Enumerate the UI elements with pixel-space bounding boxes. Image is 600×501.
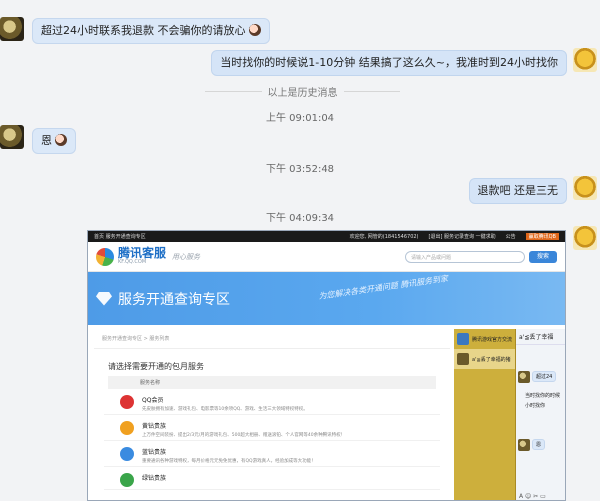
contact-avatar[interactable] <box>0 125 24 149</box>
divider-line <box>205 91 262 92</box>
timestamp: 上午 09:01:04 <box>265 113 335 124</box>
divider-line <box>343 91 400 92</box>
service-desc: 先皮肤拥有加速、游戏礼包、电影票等10余项QQ、游戏、生活三大领域特权特权。 <box>142 407 308 412</box>
message-bubble: 恩 <box>32 128 76 154</box>
green-diamond-icon <box>120 473 134 487</box>
timestamp: 下午 04:09:34 <box>265 213 335 224</box>
screenshot-image[interactable]: 首页 服务开通查询专区 欢迎您, 网管的(1841546702) [退出] 服务… <box>87 230 566 501</box>
qq-chat-window: 腾讯游戏官方交流 a'≦丢了幸福的猪 a'≦丢了幸福 超过24 当时找你的时候 … <box>454 329 565 500</box>
qq-conversation: a'≦丢了幸福 超过24 当时找你的时候 小时找你 恩 A ☺ ✂ ▭ <box>516 329 565 500</box>
service-row: 蓝钻贵族重要通讯各种游戏特权，每月价格元元免免优惠，有QQ游戏真人，经验加成等大… <box>104 441 440 467</box>
timestamp: 下午 03:52:48 <box>265 164 335 175</box>
service-name: 绿钻贵族 <box>142 475 167 482</box>
qq-penguin-icon <box>120 395 134 409</box>
message-bubble: 当时找你的时候说1-10分钟 结果搞了这么久~，我准时到24小时找你 <box>211 50 567 76</box>
topbar-user: 欢迎您, 网管的(1841546702) <box>349 234 419 240</box>
service-desc: 上万件空间装扮、提出2/3元/月的游戏礼包、500超大相册、赠送滚铂、个人官网等… <box>142 433 346 438</box>
qq-message: 当时找你的时候 <box>525 393 561 399</box>
tencent-logo-icon <box>96 247 114 266</box>
site-banner: 服务开通查询专区 为您解决各类开通问题 腾讯服务到家 <box>88 272 565 325</box>
qq-message: 恩 <box>532 439 546 450</box>
qq-contact-name: 腾讯游戏官方交流 <box>472 336 513 343</box>
logo: 腾讯客服 KF.QQ.COM <box>118 246 167 265</box>
qq-contact-name: a'≦丢了幸福的猪 <box>472 356 511 363</box>
history-divider: 以上是历史消息 <box>205 84 400 99</box>
breadcrumb: 服务开通查询专区 > 服务列表 <box>94 329 450 349</box>
site-header: 腾讯客服 KF.QQ.COM 用心服务 请输入产品或问题 搜索 <box>88 242 565 272</box>
contact-avatar <box>457 353 469 365</box>
service-row: 绿钻贵族 <box>104 467 440 490</box>
blue-diamond-icon <box>120 447 134 461</box>
sticker-icon <box>55 134 67 146</box>
topbar-notice: 公告 <box>505 234 516 240</box>
service-row: 黄钻贵族上万件空间装扮、提出2/3元/月的游戏礼包、500超大相册、赠送滚铂、个… <box>104 415 440 441</box>
service-row: QQ会员先皮肤拥有加速、游戏礼包、电影票等10余项QQ、游戏、生活三大领域特权特… <box>104 389 440 415</box>
banner-tagline: 为您解决各类开通问题 腾讯服务到家 <box>318 273 449 302</box>
site-search-button: 搜索 <box>529 250 557 263</box>
qq-contact-list: 腾讯游戏官方交流 a'≦丢了幸福的猪 <box>454 329 516 500</box>
qq-message: 小时找你 <box>525 403 546 409</box>
qq-contact-item: a'≦丢了幸福的猪 <box>454 349 515 369</box>
yellow-diamond-icon <box>120 421 134 435</box>
message-text: 恩 <box>41 134 52 147</box>
self-avatar[interactable] <box>573 226 597 250</box>
banner-title: 服务开通查询专区 <box>118 291 230 308</box>
site-search-input: 请输入产品或问题 <box>405 250 525 263</box>
logo-name: 腾讯客服 <box>118 246 167 260</box>
site-content: 服务开通查询专区 > 服务列表 请选择需要开通的包月服务 服务名称 QQ会员先皮… <box>94 329 450 500</box>
topbar-button: 赢取腾讯QB <box>525 233 559 240</box>
qq-window-title: a'≦丢了幸福 <box>516 329 565 345</box>
group-avatar <box>457 333 469 345</box>
service-name: QQ会员 <box>142 397 164 404</box>
contact-avatar[interactable] <box>0 17 24 41</box>
section-title: 请选择需要开通的包月服务 <box>108 362 204 371</box>
message-bubble: 退款吧 还是三无 <box>468 178 567 204</box>
history-label: 以上是历史消息 <box>267 88 338 99</box>
self-avatar[interactable] <box>573 176 597 200</box>
site-topbar: 首页 服务开通查询专区 欢迎您, 网管的(1841546702) [退出] 服务… <box>88 231 565 242</box>
qq-message: 超过24 <box>532 371 557 382</box>
service-name: 黄钻贵族 <box>142 423 167 430</box>
qq-contact-item: 腾讯游戏官方交流 <box>454 329 515 349</box>
topbar-links: [退出] 服务记录查询 一键求助 <box>428 234 496 240</box>
self-avatar[interactable] <box>573 48 597 72</box>
message-text: 退款吧 还是三无 <box>477 184 559 197</box>
qq-toolbar: A ☺ ✂ ▭ <box>519 493 546 500</box>
message-text: 超过24小时联系我退款 不会骗你的请放心 <box>41 24 246 37</box>
service-desc: 重要通讯各种游戏特权，每月价格元元免免优惠，有QQ游戏真人，经验加成等大功能！ <box>142 459 316 464</box>
message-bubble: 超过24小时联系我退款 不会骗你的请放心 <box>32 18 270 44</box>
sticker-icon <box>248 24 261 36</box>
contact-avatar <box>518 371 530 383</box>
message-text: 当时找你的时候说1-10分钟 结果搞了这么久~，我准时到24小时找你 <box>220 56 558 69</box>
service-name: 蓝钻贵族 <box>142 449 167 456</box>
topbar-nav: 首页 服务开通查询专区 <box>94 234 146 240</box>
column-header: 服务名称 <box>108 376 436 389</box>
logo-slogan: 用心服务 <box>172 252 201 261</box>
contact-avatar <box>518 439 530 451</box>
diamond-icon <box>96 291 112 306</box>
